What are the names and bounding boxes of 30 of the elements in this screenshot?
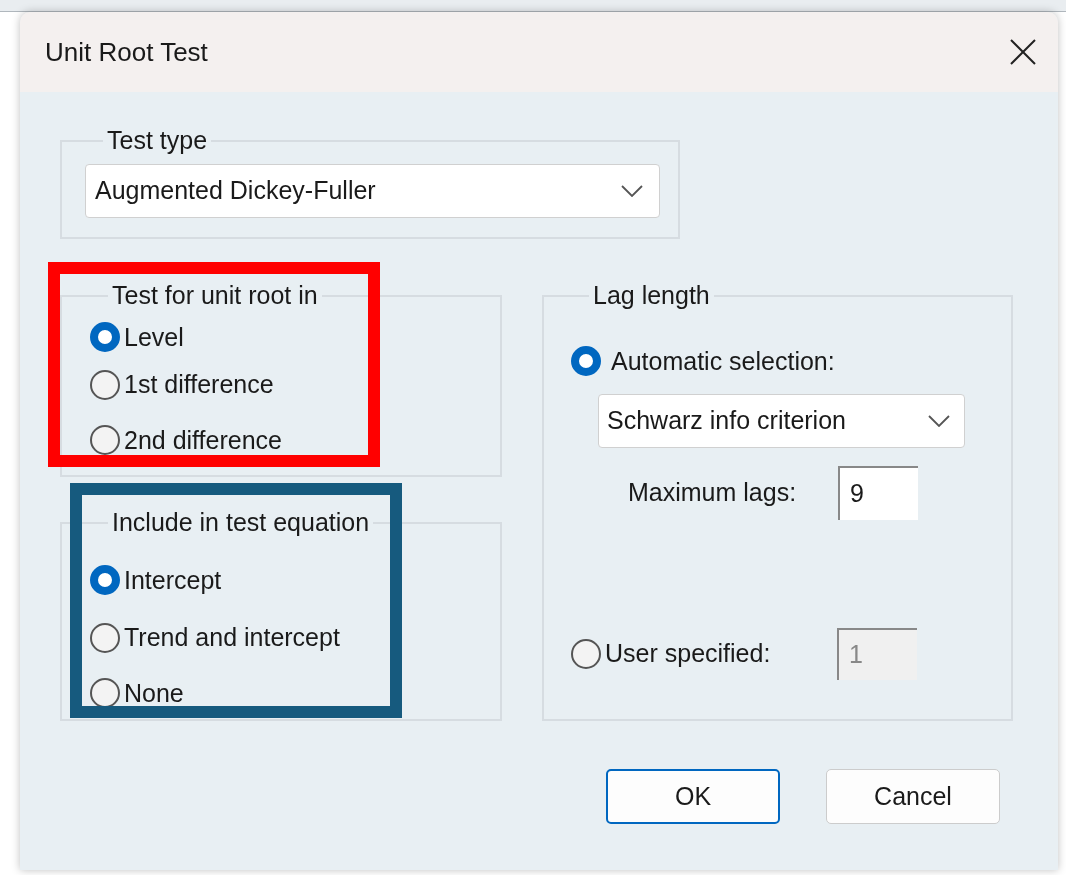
group-label: Lag length xyxy=(592,280,711,311)
maximum-lags-field[interactable]: 9 xyxy=(838,466,918,520)
group-label: Include in test equation xyxy=(111,507,371,538)
radio-label[interactable]: 1st difference xyxy=(124,366,274,404)
dialog-button[interactable]: Cancel xyxy=(826,769,1000,824)
group-label: Test for unit root in xyxy=(111,280,319,311)
window-title: Unit Root Test xyxy=(45,35,208,69)
radio-label[interactable]: User specified: xyxy=(605,635,771,673)
chevron-down-icon xyxy=(621,184,643,197)
radio-label[interactable]: 2nd difference xyxy=(124,421,282,459)
radio-button[interactable] xyxy=(90,678,120,709)
field-label: Maximum lags: xyxy=(628,477,798,509)
radio-button[interactable] xyxy=(571,639,601,669)
test-type-dropdown[interactable]: Augmented Dickey-Fuller xyxy=(85,163,660,218)
close-icon[interactable] xyxy=(1010,39,1036,65)
radio-label[interactable]: Level xyxy=(124,318,184,356)
radio-label[interactable]: Trend and intercept xyxy=(124,619,340,657)
radio-label[interactable]: None xyxy=(124,674,184,712)
chevron-down-icon xyxy=(928,415,950,427)
radio-button[interactable] xyxy=(571,346,601,377)
group-label: Test type xyxy=(106,125,209,156)
radio-label[interactable]: Automatic selection: xyxy=(611,342,835,380)
radio-button[interactable] xyxy=(90,322,120,353)
criterion-dropdown[interactable]: Schwarz info criterion xyxy=(598,394,965,448)
radio-button[interactable] xyxy=(90,565,120,596)
radio-button[interactable] xyxy=(90,425,120,456)
radio-button[interactable] xyxy=(90,622,120,653)
radio-button[interactable] xyxy=(90,369,120,400)
radio-label[interactable]: Intercept xyxy=(124,561,222,599)
dialog-button[interactable]: OK xyxy=(606,769,780,824)
